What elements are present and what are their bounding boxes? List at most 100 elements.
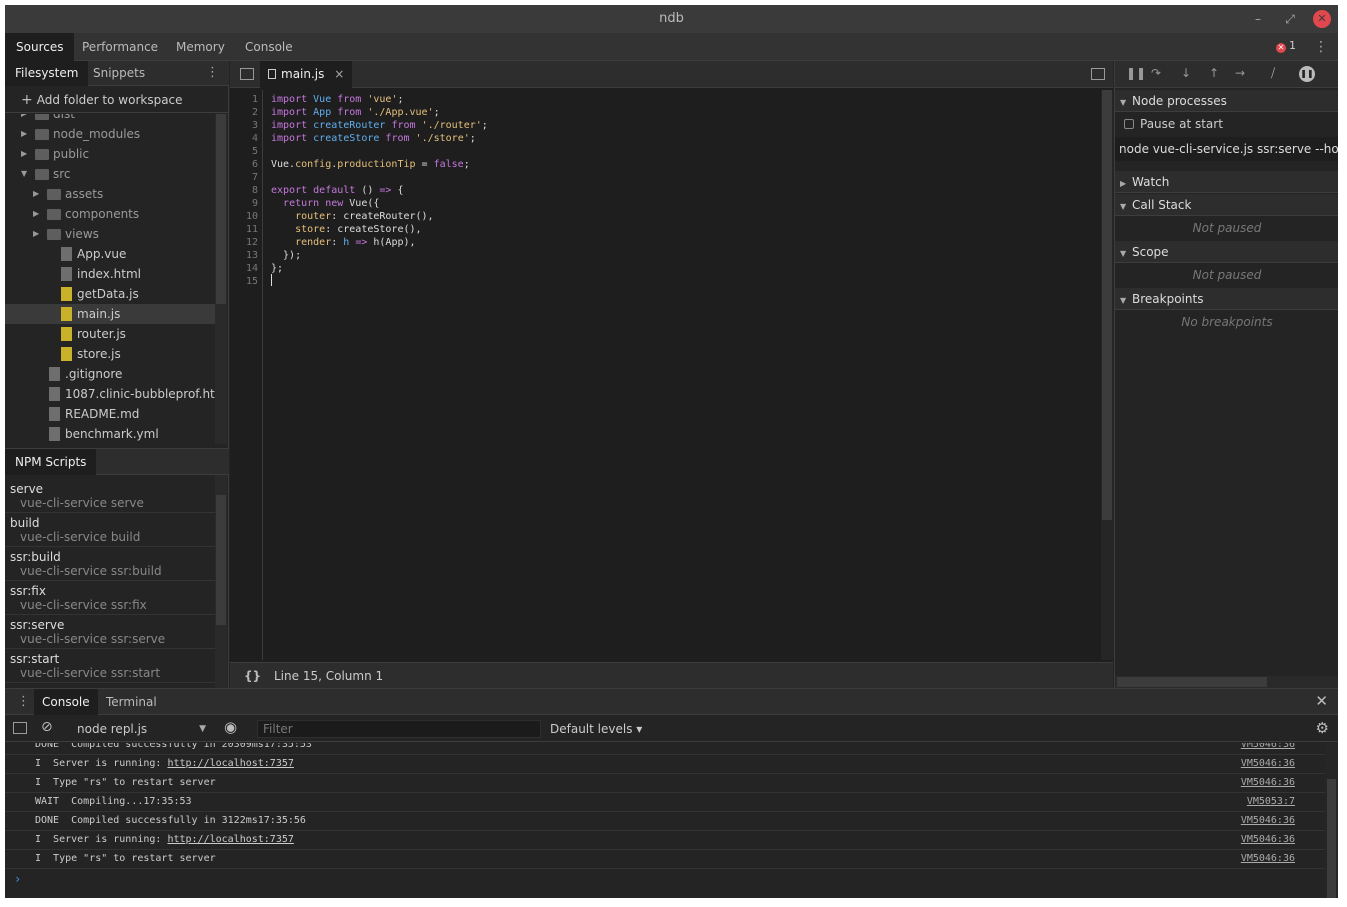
- ndb-window: ndb – ⤢ ✕ Sources Performance Memory Con…: [5, 5, 1338, 898]
- drawer-menu-icon[interactable]: ⋮: [17, 694, 30, 709]
- step-over-icon[interactable]: ↷: [1151, 66, 1161, 80]
- tab-drawer-console[interactable]: Console: [34, 689, 98, 715]
- collapsed-arrow-icon[interactable]: ▶: [21, 114, 27, 124]
- console-url-link[interactable]: http://localhost:7357: [167, 758, 293, 769]
- clear-console-icon[interactable]: ⊘: [41, 719, 53, 735]
- npm-script-item[interactable]: build vue-cli-service build: [5, 513, 215, 547]
- section-breakpoints[interactable]: ▼ Breakpoints: [1115, 288, 1338, 310]
- tree-item[interactable]: ▶ node_modules: [5, 124, 215, 144]
- settings-gear-icon[interactable]: ⚙: [1316, 719, 1329, 737]
- toggle-navigator-icon[interactable]: [240, 68, 254, 80]
- collapsed-arrow-icon[interactable]: ▶: [33, 204, 39, 224]
- pretty-print-icon[interactable]: {}: [244, 663, 261, 689]
- npm-script-item[interactable]: serve vue-cli-service serve: [5, 481, 215, 513]
- console-sidebar-icon[interactable]: [13, 722, 27, 734]
- tree-item[interactable]: getData.js: [5, 284, 215, 304]
- eye-icon[interactable]: ◉: [224, 718, 237, 736]
- npm-script-item[interactable]: ssr:fix vue-cli-service ssr:fix: [5, 581, 215, 615]
- expanded-arrow-icon[interactable]: ▼: [21, 164, 27, 184]
- tree-item[interactable]: main.js: [5, 304, 215, 324]
- tab-npm-scripts[interactable]: NPM Scripts: [5, 449, 97, 475]
- tree-item[interactable]: ▶ views: [5, 224, 215, 244]
- deactivate-breakpoints-icon[interactable]: ⧸: [1271, 66, 1275, 81]
- collapsed-arrow-icon[interactable]: ▶: [33, 184, 39, 204]
- console-scrollbar[interactable]: [1325, 743, 1338, 898]
- source-link[interactable]: VM5046:36: [1241, 850, 1295, 868]
- tree-item[interactable]: ▶ components: [5, 204, 215, 224]
- filter-input[interactable]: Filter: [257, 720, 541, 738]
- tree-item[interactable]: ▶ public: [5, 144, 215, 164]
- tab-sources[interactable]: Sources: [5, 33, 75, 61]
- tree-item[interactable]: index.html: [5, 264, 215, 284]
- section-scope[interactable]: ▼ Scope: [1115, 241, 1338, 263]
- tab-console[interactable]: Console: [234, 33, 304, 61]
- navigator-menu-icon[interactable]: ⋮: [206, 65, 219, 80]
- tree-item[interactable]: store.js: [5, 344, 215, 364]
- js-file-icon: [61, 287, 72, 301]
- code-editor: main.js × 1 2 3 4 5 6 7 8 9 10 11 12 13 14 15 import V…: [230, 61, 1113, 688]
- source-link[interactable]: VM5053:7: [1247, 793, 1295, 811]
- code-area[interactable]: 1 2 3 4 5 6 7 8 9 10 11 12 13 14 15 import Vue from 'v…: [230, 90, 1100, 660]
- source-link[interactable]: VM5046:36: [1241, 812, 1295, 830]
- npm-script-item[interactable]: ssr:serve vue-cli-service ssr:serve: [5, 615, 215, 649]
- npm-script-name: ssr:serve: [10, 618, 65, 632]
- step-icon[interactable]: →: [1235, 66, 1245, 80]
- section-call-stack[interactable]: ▼ Call Stack: [1115, 194, 1338, 216]
- close-tab-icon[interactable]: ×: [334, 67, 344, 81]
- more-options-icon[interactable]: ⋮: [1314, 39, 1328, 55]
- log-levels-dropdown[interactable]: Default levels ▾: [550, 716, 642, 742]
- folder-icon: [35, 149, 49, 160]
- source-link[interactable]: VM5046:36: [1241, 743, 1295, 754]
- step-out-icon[interactable]: ↑: [1209, 66, 1219, 80]
- collapsed-arrow-icon[interactable]: ▶: [21, 124, 27, 144]
- node-process-item[interactable]: node vue-cli-service.js ssr:serve --host…: [1115, 137, 1338, 161]
- pause-icon[interactable]: ❚❚: [1126, 66, 1146, 80]
- npm-script-item[interactable]: ssr:build vue-cli-service ssr:build: [5, 547, 215, 581]
- tab-snippets[interactable]: Snippets: [83, 61, 155, 86]
- tree-item[interactable]: App.vue: [5, 244, 215, 264]
- close-drawer-icon[interactable]: ✕: [1315, 692, 1328, 710]
- tree-item[interactable]: README.md: [5, 404, 215, 424]
- section-node-processes[interactable]: ▼ Node processes: [1115, 90, 1338, 112]
- source-link[interactable]: VM5046:36: [1241, 755, 1295, 773]
- title-bar: ndb – ⤢ ✕: [5, 5, 1338, 33]
- add-folder-button[interactable]: + Add folder to workspace: [5, 87, 229, 113]
- collapsed-arrow-icon[interactable]: ▶: [33, 224, 39, 244]
- tree-item-label: src: [53, 167, 71, 181]
- pause-at-start-checkbox[interactable]: [1124, 119, 1134, 129]
- console-message: I Server is running: http://localhost:73…: [5, 755, 1325, 774]
- npm-scrollbar[interactable]: [215, 475, 227, 688]
- close-window-icon[interactable]: ✕: [1313, 10, 1331, 28]
- minimize-icon[interactable]: –: [1249, 10, 1267, 28]
- restore-icon[interactable]: ⤢: [1281, 10, 1299, 28]
- file-icon: [49, 387, 60, 401]
- tab-main-js[interactable]: main.js ×: [260, 61, 353, 88]
- source-link[interactable]: VM5046:36: [1241, 774, 1295, 792]
- toggle-debugger-icon[interactable]: [1091, 68, 1105, 80]
- source-link[interactable]: VM5046:36: [1241, 831, 1295, 849]
- console-prompt[interactable]: ›: [14, 872, 21, 886]
- npm-script-item[interactable]: ssr:start vue-cli-service ssr:start: [5, 649, 215, 683]
- tree-item[interactable]: 1087.clinic-bubbleprof.html: [5, 384, 215, 404]
- section-watch[interactable]: ▶ Watch: [1115, 171, 1338, 193]
- tree-item[interactable]: ▶ assets: [5, 184, 215, 204]
- collapsed-arrow-icon[interactable]: ▶: [21, 144, 27, 164]
- tree-item[interactable]: benchmark.yml: [5, 424, 215, 444]
- error-counter[interactable]: ✕ 1: [1276, 39, 1296, 53]
- file-tree-scrollbar[interactable]: [215, 114, 227, 444]
- tab-performance[interactable]: Performance: [71, 33, 169, 61]
- tab-terminal[interactable]: Terminal: [98, 689, 165, 715]
- tree-item[interactable]: ▶ dist: [5, 114, 215, 124]
- pause-on-exceptions-icon[interactable]: ❚❚: [1299, 66, 1315, 82]
- tab-filesystem[interactable]: Filesystem: [5, 61, 89, 86]
- console-url-link[interactable]: http://localhost:7357: [167, 834, 293, 845]
- tree-item[interactable]: ▼ src: [5, 164, 215, 184]
- step-into-icon[interactable]: ↓: [1181, 66, 1191, 80]
- tree-item[interactable]: router.js: [5, 324, 215, 344]
- tab-memory[interactable]: Memory: [165, 33, 236, 61]
- editor-scrollbar[interactable]: [1101, 90, 1113, 660]
- context-select[interactable]: node repl.js ▼: [69, 716, 212, 742]
- debugger-hscrollbar[interactable]: [1115, 676, 1338, 688]
- plus-icon: +: [21, 92, 33, 108]
- tree-item[interactable]: .gitignore: [5, 364, 215, 384]
